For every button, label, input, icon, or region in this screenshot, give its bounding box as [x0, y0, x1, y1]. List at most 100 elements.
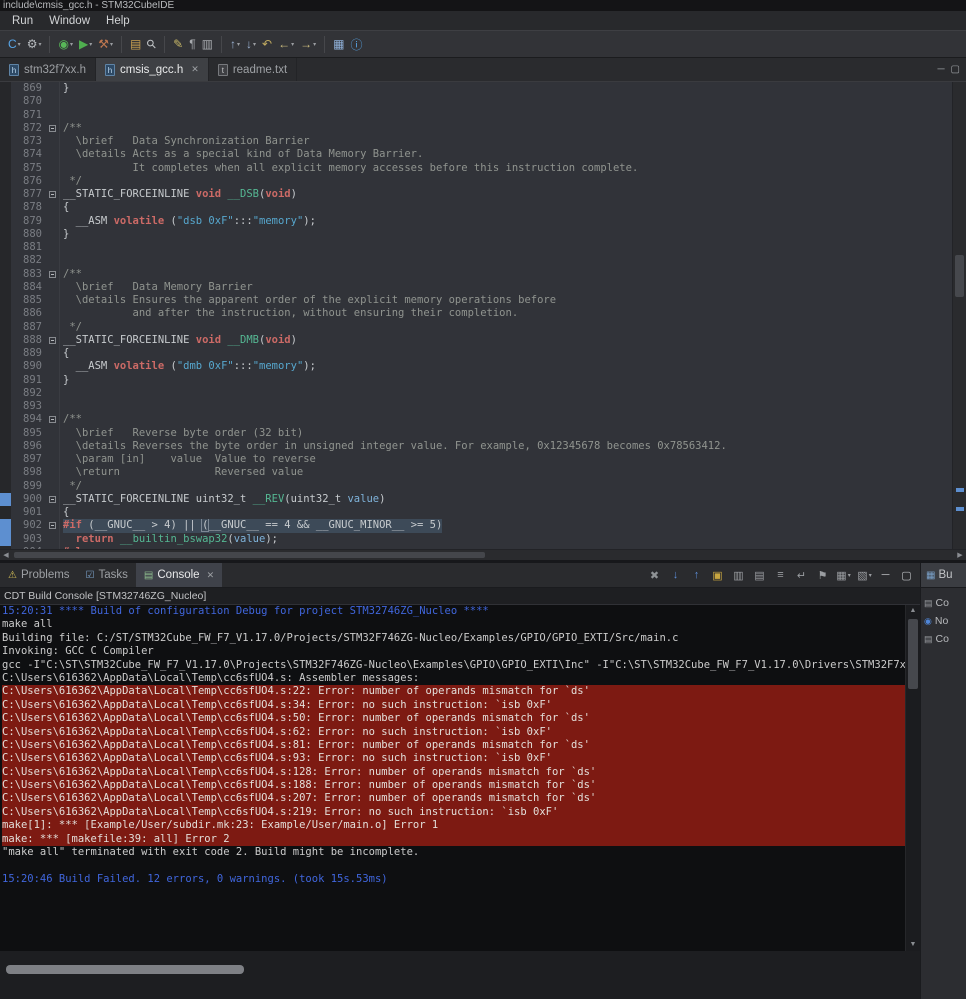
new-wizard-button[interactable]: ⚙▾ — [24, 33, 45, 55]
debug-button[interactable]: ◉▾ — [55, 33, 76, 55]
line-number[interactable]: 885 — [11, 294, 47, 307]
line-number[interactable]: 884 — [11, 281, 47, 294]
line-number[interactable]: 894 — [11, 413, 47, 426]
code-line[interactable]: 871 — [0, 109, 952, 122]
fold-collapse-icon[interactable] — [49, 125, 56, 132]
fold-column[interactable] — [47, 281, 60, 294]
code-line[interactable]: 870 — [0, 95, 952, 108]
line-number[interactable]: 900 — [11, 493, 47, 506]
overview-ruler-mark[interactable] — [956, 488, 964, 492]
console-horizontal-scrollbar[interactable] — [0, 965, 920, 974]
fold-column[interactable] — [47, 254, 60, 267]
code-line[interactable]: 872/** — [0, 122, 952, 135]
fold-column[interactable] — [47, 122, 60, 135]
code-line[interactable]: 883/** — [0, 268, 952, 281]
last-edit-location-button[interactable]: ↶ — [259, 33, 275, 55]
fold-column[interactable] — [47, 175, 60, 188]
minimize-view-button[interactable]: ─ — [876, 566, 895, 585]
editor-hscroll-track[interactable] — [12, 550, 954, 560]
code-line[interactable]: 877__STATIC_FORCEINLINE void __DSB(void) — [0, 188, 952, 201]
fold-column[interactable] — [47, 374, 60, 387]
fold-column[interactable] — [47, 321, 60, 334]
fold-column[interactable] — [47, 334, 60, 347]
line-number[interactable]: 873 — [11, 135, 47, 148]
overview-ruler-mark[interactable] — [956, 507, 964, 511]
clear-console-button[interactable]: ▤ — [750, 566, 769, 585]
code-line[interactable]: 874 \details Acts as a special kind of D… — [0, 148, 952, 161]
next-error-button[interactable]: ↓ — [666, 566, 685, 585]
console-hscroll-thumb[interactable] — [6, 965, 244, 974]
code-line[interactable]: 888__STATIC_FORCEINLINE void __DMB(void) — [0, 334, 952, 347]
line-number[interactable]: 871 — [11, 109, 47, 122]
line-number[interactable]: 875 — [11, 162, 47, 175]
code-line[interactable]: 898 \return Reversed value — [0, 466, 952, 479]
code-line[interactable]: 890 __ASM volatile ("dmb 0xF":::"memory"… — [0, 360, 952, 373]
fold-column[interactable] — [47, 215, 60, 228]
show-whitespace-button[interactable]: ¶ — [186, 33, 198, 55]
line-number[interactable]: 877 — [11, 188, 47, 201]
fold-column[interactable] — [47, 519, 60, 532]
fold-column[interactable] — [47, 148, 60, 161]
pin-console-button[interactable]: ⚑ — [813, 566, 832, 585]
maximize-view-button[interactable]: ▢ — [897, 566, 916, 585]
editor-hscroll-thumb[interactable] — [14, 552, 485, 558]
scroll-right-icon[interactable]: ▶ — [954, 551, 966, 559]
console-output[interactable]: 15:20:31 **** Build of configuration Deb… — [0, 605, 905, 951]
list-item[interactable]: ▤Co — [924, 596, 963, 610]
fold-column[interactable] — [47, 387, 60, 400]
line-number[interactable]: 876 — [11, 175, 47, 188]
code-line[interactable]: 869} — [0, 82, 952, 95]
fold-column[interactable] — [47, 440, 60, 453]
scroll-down-icon[interactable]: ▼ — [906, 939, 920, 951]
line-number[interactable]: 902 — [11, 519, 47, 532]
tab-stm32f7xx-h[interactable]: hstm32f7xx.h — [0, 58, 96, 81]
editor-vscroll-thumb[interactable] — [955, 255, 964, 297]
fold-collapse-icon[interactable] — [49, 416, 56, 423]
open-element-button[interactable]: ▤ — [127, 33, 144, 55]
code-line[interactable]: 894/** — [0, 413, 952, 426]
fold-column[interactable] — [47, 201, 60, 214]
code-line[interactable]: 893 — [0, 400, 952, 413]
line-number[interactable]: 869 — [11, 82, 47, 95]
fold-collapse-icon[interactable] — [49, 522, 56, 529]
menu-help[interactable]: Help — [98, 14, 138, 28]
code-line[interactable]: 891} — [0, 374, 952, 387]
line-number[interactable]: 874 — [11, 148, 47, 161]
fold-column[interactable] — [47, 268, 60, 281]
code-line[interactable]: 903 return __builtin_bswap32(value); — [0, 533, 952, 546]
previous-annotation-button[interactable]: ↑▾ — [227, 33, 243, 55]
fold-column[interactable] — [47, 347, 60, 360]
line-number[interactable]: 899 — [11, 480, 47, 493]
line-number[interactable]: 897 — [11, 453, 47, 466]
tab-problems[interactable]: ⚠Problems — [0, 563, 78, 587]
tab-readme-txt[interactable]: treadme.txt — [209, 58, 297, 81]
fold-collapse-icon[interactable] — [49, 337, 56, 344]
fold-column[interactable] — [47, 135, 60, 148]
code-line[interactable]: 878{ — [0, 201, 952, 214]
fold-collapse-icon[interactable] — [49, 271, 56, 278]
line-number[interactable]: 892 — [11, 387, 47, 400]
forward-button[interactable]: →▾ — [297, 33, 319, 55]
line-number[interactable]: 887 — [11, 321, 47, 334]
line-number[interactable]: 878 — [11, 201, 47, 214]
tab-cmsis_gcc-h[interactable]: hcmsis_gcc.h✕ — [96, 58, 209, 81]
code-line[interactable]: 873 \brief Data Synchronization Barrier — [0, 135, 952, 148]
console-vscroll-thumb[interactable] — [908, 619, 918, 689]
word-wrap-console-button[interactable]: ↵ — [792, 566, 811, 585]
fold-column[interactable] — [47, 466, 60, 479]
back-button[interactable]: ←▾ — [275, 33, 297, 55]
code-line[interactable]: 881 — [0, 241, 952, 254]
line-number[interactable]: 893 — [11, 400, 47, 413]
code-line[interactable]: 897 \param [in] value Value to reverse — [0, 453, 952, 466]
code-line[interactable]: 895 \brief Reverse byte order (32 bit) — [0, 427, 952, 440]
tab-console[interactable]: ▤Console✕ — [136, 563, 222, 587]
code-area[interactable]: 869}870871872/**873 \brief Data Synchron… — [0, 82, 952, 549]
fold-column[interactable] — [47, 360, 60, 373]
fold-column[interactable] — [47, 413, 60, 426]
help-info-button[interactable]: ⓘ — [347, 33, 365, 55]
menu-window[interactable]: Window — [41, 14, 98, 28]
line-number[interactable]: 889 — [11, 347, 47, 360]
open-perspective-button[interactable]: ▦ — [330, 33, 347, 55]
fold-column[interactable] — [47, 109, 60, 122]
code-line[interactable]: 887 */ — [0, 321, 952, 334]
